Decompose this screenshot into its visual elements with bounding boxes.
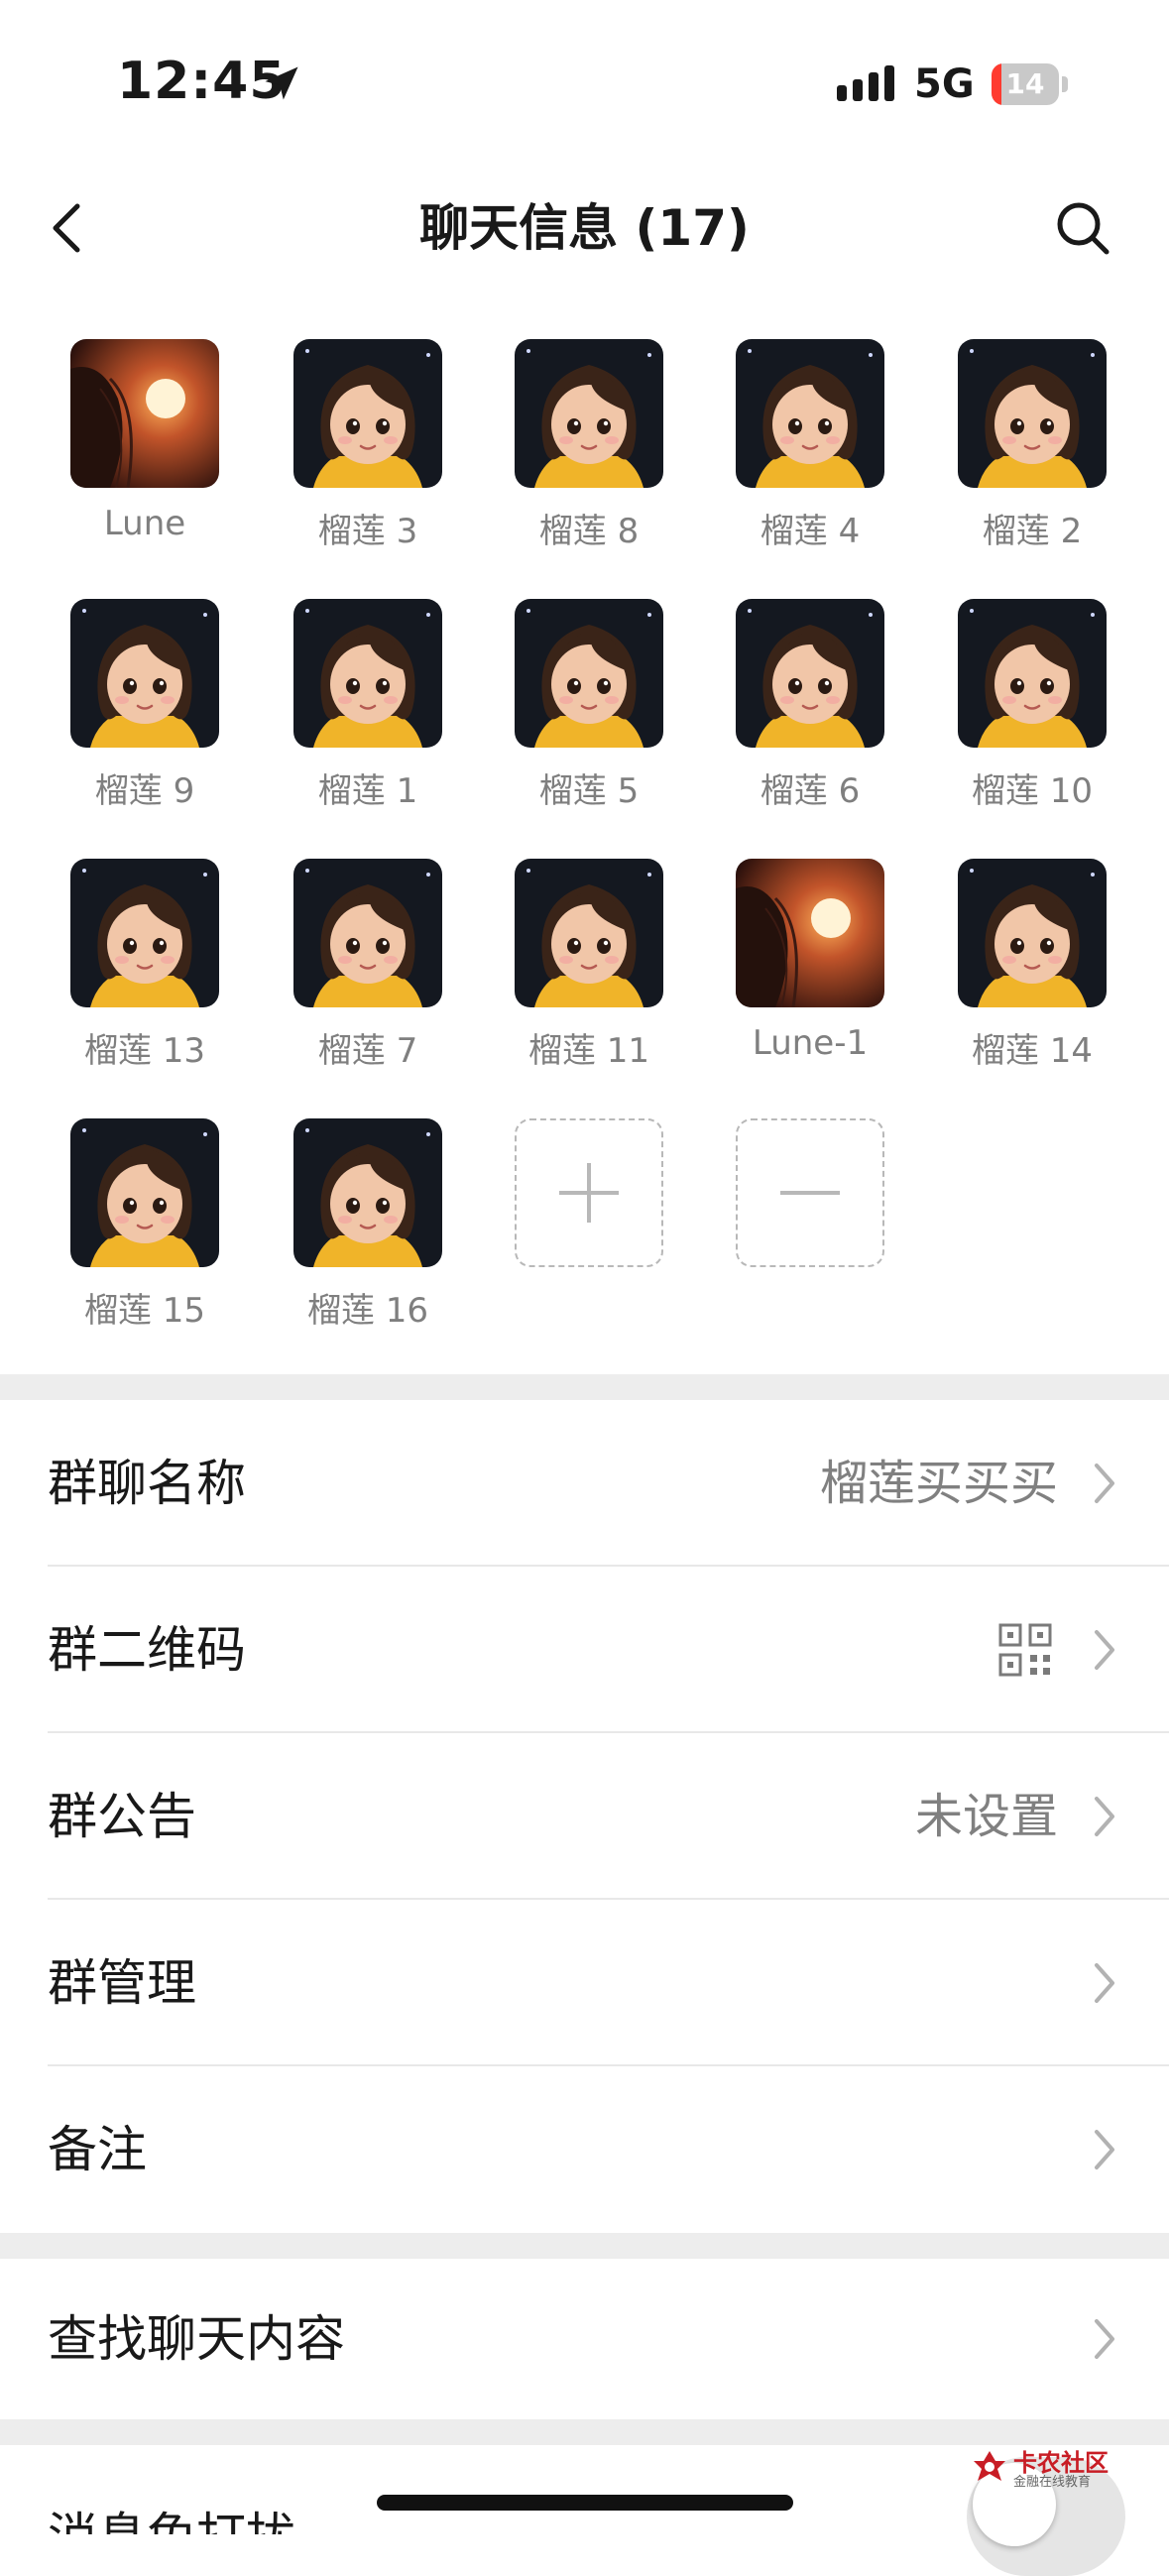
member-name: 榴莲 3 [317,512,418,551]
group-qr-row[interactable]: 群二维码 [0,1567,1169,1733]
chevron-right-icon [1095,1464,1114,1503]
remark-row[interactable]: 备注 [0,2066,1169,2233]
location-arrow-icon [265,66,298,100]
member-name: 榴莲 16 [306,1291,429,1331]
avatar [293,599,442,748]
member-item[interactable]: 榴莲 14 [910,847,1132,1075]
minus-icon [780,1191,840,1195]
battery-tip [1062,76,1068,92]
member-name: 榴莲 6 [760,771,861,811]
chevron-right-icon [1095,2319,1114,2359]
member-name: 榴莲 13 [83,1031,206,1071]
member-item[interactable]: 榴莲 7 [246,847,468,1075]
group-name-label: 群聊名称 [48,1455,246,1512]
battery-percent: 14 [1005,67,1045,100]
member-item[interactable]: 榴莲 8 [467,327,689,555]
avatar [958,859,1107,1007]
avatar [736,339,884,488]
search-chat-row[interactable]: 查找聊天内容 [0,2259,1169,2419]
avatar [293,859,442,1007]
member-name: 榴莲 9 [94,771,195,811]
member-item[interactable]: 榴莲 11 [467,847,689,1075]
network-type: 5G [914,61,975,107]
group-name-row[interactable]: 群聊名称 榴莲买买买 [0,1400,1169,1567]
watermark-subtitle: 金融在线教育 [1013,2475,1092,2490]
avatar [70,859,219,1007]
member-item[interactable]: 榴莲 6 [688,587,910,815]
member-name: 榴莲 11 [527,1031,650,1071]
group-notice-row[interactable]: 群公告 未设置 [0,1733,1169,1900]
section-separator [0,1374,1169,1400]
member-name: 榴莲 15 [83,1291,206,1331]
watermark-logo: 卡农社区 金融在线教育 [970,2443,1118,2490]
member-item[interactable]: Lune-1 [688,847,910,1075]
member-item[interactable]: 榴莲 13 [23,847,245,1075]
group-manage-row[interactable]: 群管理 [0,1900,1169,2066]
member-item[interactable]: 榴莲 10 [910,587,1132,815]
avatar [736,859,884,1007]
group-notice-label: 群公告 [48,1788,196,1845]
member-name: 榴莲 5 [538,771,640,811]
chevron-left-icon[interactable] [40,198,99,258]
avatar [515,339,663,488]
member-item[interactable]: Lune [23,327,245,555]
battery-body: 14 [992,63,1059,105]
avatar [958,339,1107,488]
avatar [515,599,663,748]
remove-member-button[interactable] [688,1107,910,1335]
member-name: 榴莲 1 [317,771,418,811]
remove-member-button-box [736,1118,884,1267]
plus-icon [559,1163,619,1223]
member-item[interactable]: 榴莲 5 [467,587,689,815]
remark-label: 备注 [48,2121,147,2178]
member-item[interactable]: 榴莲 15 [23,1107,245,1335]
member-name: 榴莲 10 [971,771,1094,811]
member-name: 榴莲 8 [538,512,640,551]
member-name: Lune [103,504,186,543]
avatar [70,1118,219,1267]
chevron-right-icon [1095,1963,1114,2003]
member-name: 榴莲 14 [971,1031,1094,1071]
member-item[interactable]: 榴莲 2 [910,327,1132,555]
member-name: Lune-1 [752,1023,869,1063]
group-notice-value: 未设置 [914,1789,1058,1844]
group-name-value: 榴莲买买买 [819,1456,1058,1511]
group-qr-label: 群二维码 [48,1621,246,1679]
member-item[interactable]: 榴莲 4 [688,327,910,555]
member-name: 榴莲 2 [982,512,1083,551]
member-item[interactable]: 榴莲 1 [246,587,468,815]
status-bar: 12:45 5G 14 [0,0,1169,169]
battery-indicator: 14 [992,63,1069,105]
avatar [293,339,442,488]
add-member-button[interactable] [467,1107,689,1335]
search-chat-label: 查找聊天内容 [48,2310,345,2368]
nav-bar: 聊天信息 (17) [0,169,1169,288]
section-separator [0,2419,1169,2445]
cellular-signal-icon [837,65,894,101]
member-item[interactable]: 榴莲 16 [246,1107,468,1335]
avatar [293,1118,442,1267]
member-item[interactable]: 榴莲 9 [23,587,245,815]
avatar [515,859,663,1007]
add-member-button-box [515,1118,663,1267]
chevron-right-icon [1095,1797,1114,1836]
kanong-logo-icon [974,2451,1005,2481]
member-name: 榴莲 7 [317,1031,418,1071]
avatar [736,599,884,748]
home-indicator [377,2495,793,2511]
group-manage-label: 群管理 [48,1954,196,2012]
page-title: 聊天信息 (17) [419,199,750,257]
avatar [958,599,1107,748]
chevron-right-icon [1095,1630,1114,1670]
search-icon[interactable] [1051,196,1114,260]
section-separator [0,2233,1169,2259]
member-item[interactable]: 榴莲 3 [246,327,468,555]
avatar [70,339,219,488]
chevron-right-icon [1095,2130,1114,2169]
member-name: 榴莲 4 [760,512,861,551]
avatar [70,599,219,748]
mute-label: 消息免打扰 [48,2453,295,2534]
qr-code-icon [998,1623,1052,1677]
